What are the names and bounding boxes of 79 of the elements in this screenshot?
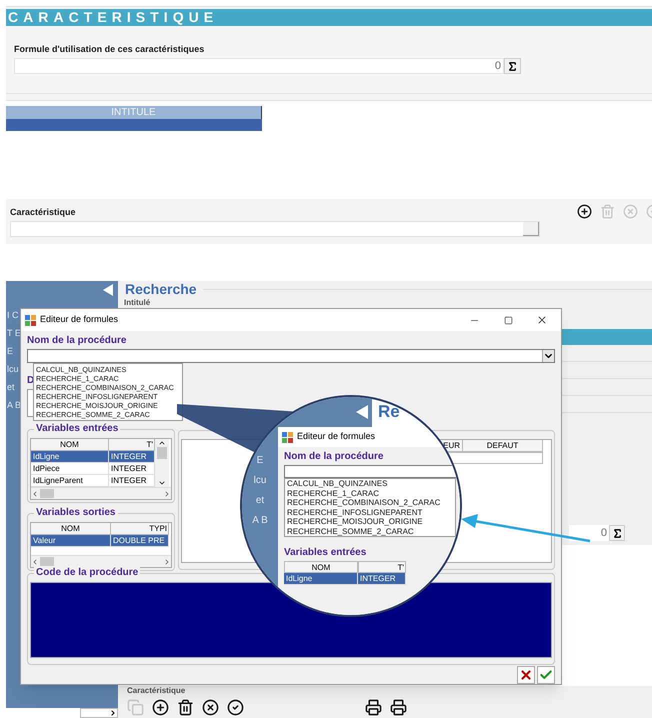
printer-preview-icon[interactable] [390, 698, 407, 716]
page-title: Recherche [125, 281, 197, 297]
caret-icon[interactable] [109, 709, 117, 717]
maximize-icon[interactable] [504, 316, 512, 324]
horizontal-scrollbar[interactable] [31, 487, 171, 499]
column-header[interactable]: T' [358, 561, 406, 573]
scroll-down-icon[interactable] [158, 479, 166, 487]
procedure-label: Nom de la procédure [27, 334, 128, 347]
table-cell: IdLigneParent [31, 475, 109, 487]
close-icon[interactable] [536, 314, 548, 326]
collapse-triangle-icon[interactable] [103, 284, 113, 296]
column-header[interactable]: T' [109, 439, 155, 451]
table-cell: INTEGER [109, 475, 155, 487]
table-cell: IdPiece [31, 463, 109, 475]
procedure-option[interactable]: RECHERCHE_MOISJOUR_ORIGINE [287, 517, 453, 526]
horizontal-scrollbar[interactable] [31, 555, 171, 567]
characteristic-field[interactable] [10, 221, 540, 237]
code-editor[interactable] [30, 582, 552, 658]
sigma-icon[interactable] [507, 60, 518, 72]
sidebar-text: T E [7, 328, 20, 338]
trash-icon[interactable] [177, 698, 194, 716]
formula-field[interactable]: 0 [569, 525, 609, 541]
group-title: Code de la procédure [34, 567, 140, 579]
scrollbar-thumb[interactable] [40, 557, 54, 566]
scrollbar-thumb[interactable] [157, 447, 167, 459]
sidebar-text: et [256, 495, 264, 507]
collapse-triangle-icon[interactable] [356, 405, 368, 419]
app-icon [25, 314, 36, 326]
sidebar-text: E [256, 455, 264, 467]
window-title: Editeur de formules [40, 313, 118, 326]
scroll-left-icon[interactable] [31, 490, 39, 498]
dropdown-icon[interactable] [542, 350, 554, 362]
column-header[interactable]: NOM [31, 523, 111, 535]
procedure-option[interactable]: RECHERCHE_1_CARAC [287, 488, 453, 498]
column-header[interactable]: DEFAUT [463, 440, 543, 452]
scroll-right-icon[interactable] [163, 558, 171, 566]
check-circle-icon[interactable] [227, 698, 244, 716]
scrollbar-thumb[interactable] [40, 489, 54, 498]
field-label: Caractéristique [10, 207, 77, 218]
table-cell: INTEGER [109, 451, 155, 463]
procedure-option[interactable]: RECHERCHE_INFOSLIGNEPARENT [287, 508, 453, 517]
sidebar-text: et [7, 382, 16, 392]
procedure-option[interactable]: CALCUL_NB_QUINZAINES [287, 479, 453, 488]
sidebar-text: E [7, 346, 14, 356]
vertical-scrollbar[interactable] [155, 439, 169, 487]
sidebar-text: lcu [254, 475, 266, 487]
table-cell: DOUBLE PRE [111, 535, 169, 547]
scroll-left-icon[interactable] [31, 558, 39, 566]
sidebar-text: A B [252, 515, 268, 527]
field-label: Intitulé [124, 298, 150, 307]
plus-circle-icon[interactable] [152, 698, 169, 716]
procedure-option[interactable]: RECHERCHE_COMBINAISON_2_CARAC [287, 498, 453, 508]
procedure-label: Nom de la procédure [284, 450, 384, 463]
sidebar-text: lcu [7, 364, 20, 374]
table-cell: INTEGER [358, 573, 406, 585]
formula-field[interactable]: 0 [14, 58, 504, 74]
procedure-combobox[interactable] [27, 349, 555, 363]
window-title: Editeur de formules [297, 430, 376, 444]
procedure-option[interactable]: RECHERCHE_SOMME_2_CARAC [287, 526, 453, 536]
plus-circle-icon[interactable] [577, 204, 592, 219]
column-header[interactable]: NOM [31, 439, 109, 451]
page-title: Re [377, 401, 400, 423]
printer-icon[interactable] [365, 698, 382, 716]
sigma-button[interactable] [504, 58, 521, 74]
table-cell: INTEGER [109, 463, 155, 475]
scroll-up-icon[interactable] [158, 439, 166, 447]
table-cell: IdLigne [31, 451, 109, 463]
table-cell: IdLigne [284, 573, 358, 585]
x-circle-icon[interactable] [202, 698, 219, 716]
group-title: Variables entrées [284, 547, 368, 559]
column-header[interactable]: TYPI [111, 523, 169, 535]
sidebar-text: I C [7, 310, 20, 320]
small-field[interactable] [80, 708, 118, 718]
table-cell: Valeur [31, 535, 111, 547]
field-label: Formule d'utilisation de ces caractéristiques [14, 44, 206, 55]
column-header[interactable]: NOM [284, 561, 358, 573]
section-title: CARACTERISTIQUE [8, 9, 218, 26]
app-icon [282, 432, 293, 442]
scroll-right-icon[interactable] [163, 490, 171, 498]
